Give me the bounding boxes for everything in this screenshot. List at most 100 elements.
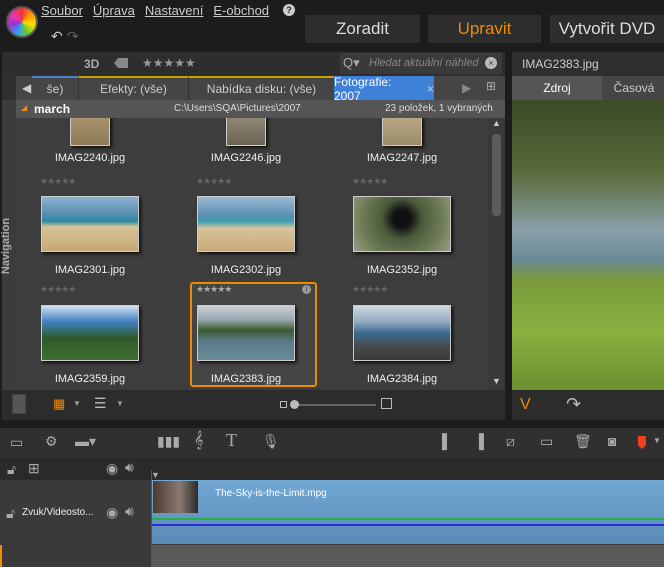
thumbnail-item[interactable]: IMAG2359.jpg — [27, 305, 153, 385]
trim-icon[interactable]: ▭ — [540, 433, 553, 450]
tab-disc-menu[interactable]: Nabídka disku: (vše) — [188, 76, 334, 100]
large-size-icon — [381, 398, 392, 409]
send-arrow-icon[interactable]: ↷ — [566, 394, 581, 415]
mark-in-button[interactable]: V — [520, 396, 531, 414]
track-header[interactable]: 🔓︎ Zvuk/Videosto... ◉ 🔊︎ — [0, 480, 152, 545]
video-track: 🔓︎ Zvuk/Videosto... ◉ 🔊︎ The-Sky-is-the-… — [0, 470, 664, 567]
music-icon[interactable]: 𝄞 — [194, 432, 203, 450]
nav-strip[interactable]: Navigation — [0, 100, 16, 390]
scroll-thumb[interactable] — [492, 134, 501, 216]
title-icon[interactable]: T — [226, 430, 237, 451]
info-icon[interactable]: i — [302, 285, 311, 294]
3d-toggle[interactable]: 3D — [84, 57, 99, 71]
tab-photos-2007[interactable]: Fotografie: 2007 × — [334, 75, 434, 103]
close-tab-icon[interactable]: × — [427, 82, 434, 96]
search-icon[interactable]: Q▾ — [343, 55, 360, 71]
small-size-icon — [280, 401, 287, 408]
scroll-down-icon[interactable]: ▼ — [492, 376, 501, 386]
audio-mixer-icon[interactable]: ▮▮▮ — [157, 433, 180, 450]
lock-icon[interactable]: 🔓︎ — [6, 505, 15, 522]
snapshot-icon[interactable]: ◙ — [608, 433, 616, 449]
align-icon[interactable]: ▬▾ — [75, 433, 96, 450]
dropdown-icon[interactable]: ▼ — [653, 436, 661, 445]
playhead-line — [151, 545, 152, 567]
thumbnail-item[interactable]: IMAG2352.jpg — [339, 196, 465, 276]
slider-handle[interactable] — [290, 400, 299, 409]
menu-settings[interactable]: Nastavení — [145, 3, 204, 18]
tab-all[interactable]: še) — [32, 76, 78, 100]
track-name[interactable]: Zvuk/Videosto... — [22, 507, 94, 518]
tab-effects[interactable]: Efekty: (vše) — [78, 76, 188, 100]
create-dvd-button[interactable]: Vytvořit DVD — [550, 15, 664, 43]
thumbnail-item[interactable]: IMAG2246.jpg — [183, 118, 309, 164]
edit-button[interactable]: Upravit — [428, 15, 541, 43]
video-clip[interactable]: The-Sky-is-the-Limit.mpg — [152, 480, 664, 544]
eye-icon[interactable]: ◉ — [106, 460, 118, 477]
organize-button[interactable]: Zoradit — [305, 15, 420, 43]
thumbnail-size-slider[interactable] — [292, 404, 376, 406]
tabs-scroll-right[interactable]: ▶ — [462, 81, 471, 95]
rating[interactable]: ★★★★★ — [352, 176, 388, 187]
rating-filter[interactable]: ★★★★★ — [142, 56, 196, 70]
rating[interactable]: ★★★★★ — [352, 284, 388, 295]
speaker-icon[interactable]: 🔊︎ — [125, 503, 134, 520]
rating[interactable]: ★★★★★ — [40, 284, 76, 295]
thumbnail-item[interactable]: IMAG2383.jpg — [183, 305, 309, 385]
marker-icon[interactable] — [638, 436, 646, 449]
tag-icon[interactable] — [114, 58, 128, 68]
search-box[interactable]: Q▾ Hledat aktuální náhled × — [340, 53, 502, 74]
lock-icon[interactable]: 🔓︎ — [7, 461, 16, 478]
playhead-marker[interactable]: ▼ — [151, 470, 160, 480]
tab-source[interactable]: Zdroj — [512, 76, 602, 100]
list-view-icon[interactable]: ☰ — [94, 395, 107, 412]
eye-icon[interactable]: ◉ — [106, 504, 118, 521]
trash-icon[interactable]: 🗑 — [574, 433, 592, 450]
menu-edit[interactable]: Úprava — [93, 3, 135, 18]
track-header-row: 🔓︎ ⊞ ◉ 🔊︎ ▼ — [0, 458, 664, 480]
vertical-scrollbar[interactable]: ▲ ▼ — [488, 118, 505, 390]
storyboard-icon[interactable]: ▭ — [10, 434, 23, 451]
folder-path: C:\Users\SQA\Pictures\2007 — [174, 103, 301, 114]
microphone-icon[interactable]: 🎙 — [262, 433, 280, 450]
help-icon[interactable]: ? — [283, 4, 295, 16]
add-tab-icon[interactable]: ⊞ — [486, 79, 496, 93]
clear-search-icon[interactable]: × — [485, 57, 497, 69]
tab-timeline[interactable]: Časová — [604, 76, 664, 100]
tabs-scroll-left[interactable]: ◀ — [22, 81, 31, 95]
thumbnail-grid: IMAG2240.jpg IMAG2246.jpg IMAG2247.jpg ★… — [16, 118, 488, 390]
scroll-up-icon[interactable]: ▲ — [492, 118, 501, 128]
thumbnail-item[interactable]: IMAG2302.jpg — [183, 196, 309, 276]
thumbnail-item[interactable]: IMAG2240.jpg — [27, 118, 153, 164]
stack-icon[interactable] — [12, 394, 26, 414]
settings-icon[interactable]: ⚙ — [45, 433, 58, 450]
marker-right-icon[interactable]: ▐ — [474, 433, 484, 449]
app-logo[interactable] — [6, 6, 38, 38]
marker-left-icon[interactable]: ▌ — [442, 433, 452, 449]
preview-tabs: Zdroj Časová — [512, 76, 664, 100]
undo-icon[interactable]: ↶ — [51, 28, 63, 45]
thumbnail-item[interactable]: IMAG2247.jpg — [339, 118, 465, 164]
razor-icon[interactable]: ⧄ — [506, 433, 515, 450]
track-header[interactable] — [0, 545, 152, 567]
dropdown-icon[interactable]: ▼ — [116, 399, 124, 408]
collapse-icon[interactable]: ◢ — [21, 103, 27, 112]
thumbnail-item[interactable]: IMAG2301.jpg — [27, 196, 153, 276]
menu-file[interactable]: Soubor — [41, 3, 83, 18]
redo-icon[interactable]: ↷ — [67, 28, 79, 45]
rating[interactable]: ★★★★★ — [196, 176, 232, 187]
search-input[interactable]: Hledat aktuální náhled — [369, 57, 478, 69]
tab-label: Fotografie: 2007 — [334, 75, 392, 103]
item-count: 23 položek, 1 vybraných — [385, 103, 493, 114]
rating[interactable]: ★★★★★ — [196, 284, 232, 295]
speaker-icon[interactable]: 🔊︎ — [125, 459, 134, 476]
dropdown-icon[interactable]: ▼ — [73, 399, 81, 408]
rating[interactable]: ★★★★★ — [40, 176, 76, 187]
tab-bar: ◀ še) Efekty: (vše) Nabídka disku: (vše)… — [16, 75, 505, 103]
grid-view-icon[interactable]: ▦ — [53, 396, 65, 412]
clip-thumbnail — [153, 481, 198, 513]
library-bottom-bar: ▦ ▼ ☰ ▼ — [2, 390, 505, 420]
add-track-icon[interactable]: ⊞ — [28, 460, 40, 477]
thumbnail-item[interactable]: IMAG2384.jpg — [339, 305, 465, 385]
menu-eshop[interactable]: E-obchod — [213, 3, 269, 18]
preview-panel: IMAG2383.jpg Zdroj Časová V ↷ — [512, 52, 664, 420]
